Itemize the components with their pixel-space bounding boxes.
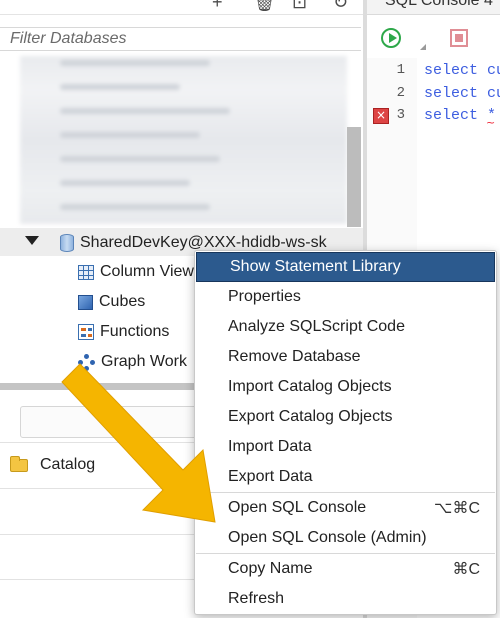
tree-item-label: Column View (100, 263, 194, 280)
menu-item-label: Remove Database (228, 348, 361, 365)
run-icon[interactable] (381, 28, 401, 48)
menu-item-import-catalog-objects[interactable]: Import Catalog Objects (195, 372, 496, 402)
graph-workspace-icon (78, 353, 95, 371)
delete-icon[interactable]: 🗑 (253, 0, 276, 12)
shortcut-label: ⌘C (452, 561, 480, 578)
expand-caret-icon[interactable] (25, 236, 39, 245)
menu-item-label: Open SQL Console (Admin) (228, 529, 427, 546)
menu-item-label: Show Statement Library (230, 258, 401, 275)
menu-item-remove-database[interactable]: Remove Database (195, 342, 496, 372)
menu-item-show-statement-library[interactable]: Show Statement Library (196, 252, 495, 282)
tree-scrollbar[interactable] (347, 127, 361, 227)
menu-item-label: Analyze SQLScript Code (228, 318, 405, 335)
add-database-icon[interactable]: + (212, 0, 223, 12)
cubes-icon (78, 294, 93, 310)
menu-item-properties[interactable]: Properties (195, 282, 496, 312)
code-line[interactable]: select cu (424, 85, 500, 102)
tree-item-label: Functions (100, 323, 170, 340)
tree-item-label: Cubes (99, 293, 146, 310)
menu-item-label: Import Catalog Objects (228, 378, 392, 395)
tree-item-graph-workspaces[interactable]: Graph Work (78, 347, 187, 377)
tree-item-functions[interactable]: Functions (78, 317, 169, 347)
filter-databases-input[interactable] (0, 27, 361, 51)
database-icon (60, 234, 74, 252)
functions-icon (78, 324, 94, 340)
menu-item-label: Import Data (228, 438, 312, 455)
stop-icon[interactable] (450, 29, 468, 47)
catalog-label: Catalog (40, 456, 96, 473)
tree-item-label: Graph Work (101, 353, 187, 370)
menu-item-label: Refresh (228, 590, 285, 607)
menu-item-analyze-sqlscript-code[interactable]: Analyze SQLScript Code (195, 312, 496, 342)
line-number: 1 (396, 62, 405, 78)
tree-item-cubes[interactable]: Cubes (78, 287, 145, 317)
tree-item-column-views[interactable]: Column View (78, 257, 194, 287)
menu-item-copy-name[interactable]: Copy Name ⌘C (195, 554, 496, 584)
refresh-icon[interactable]: ↻ (333, 0, 348, 12)
menu-item-export-catalog-objects[interactable]: Export Catalog Objects (195, 402, 496, 432)
code-line[interactable]: select cu (424, 62, 500, 79)
menu-item-open-sql-console[interactable]: Open SQL Console ⌥⌘C (195, 493, 496, 523)
menu-item-label: Copy Name (228, 560, 313, 577)
run-dropdown-caret-icon[interactable] (420, 44, 426, 50)
error-squiggle: ~ (486, 116, 496, 129)
blurred-tree-area (20, 56, 347, 224)
menu-item-refresh[interactable]: Refresh (195, 584, 496, 614)
menu-item-open-sql-console-admin[interactable]: Open SQL Console (Admin) (195, 523, 496, 553)
menu-item-label: Open SQL Console (228, 499, 367, 516)
explorer-toolbar: ⌃ + 🗑 ⊡ ↻ (0, 0, 363, 15)
add-link-icon[interactable]: ⊡ (292, 0, 307, 12)
line-number: 2 (396, 85, 405, 101)
menu-item-label: Export Data (228, 468, 313, 485)
catalog-folder-item[interactable]: Catalog (10, 455, 96, 474)
menu-item-label: Properties (228, 288, 301, 305)
menu-item-export-data[interactable]: Export Data (195, 462, 496, 492)
menu-item-label: Export Catalog Objects (228, 408, 393, 425)
error-icon[interactable]: × (373, 108, 389, 124)
menu-item-import-data[interactable]: Import Data (195, 432, 496, 462)
tab-title: SQL Console 4 (385, 0, 493, 9)
collapse-all-icon[interactable]: ⌃ (172, 0, 187, 12)
tab-sql-console[interactable]: SQL Console 4 (367, 0, 500, 15)
shortcut-label: ⌥⌘C (434, 500, 480, 517)
column-view-icon (78, 264, 94, 280)
context-menu: Show Statement Library Properties Analyz… (194, 250, 497, 615)
folder-icon (10, 455, 28, 472)
